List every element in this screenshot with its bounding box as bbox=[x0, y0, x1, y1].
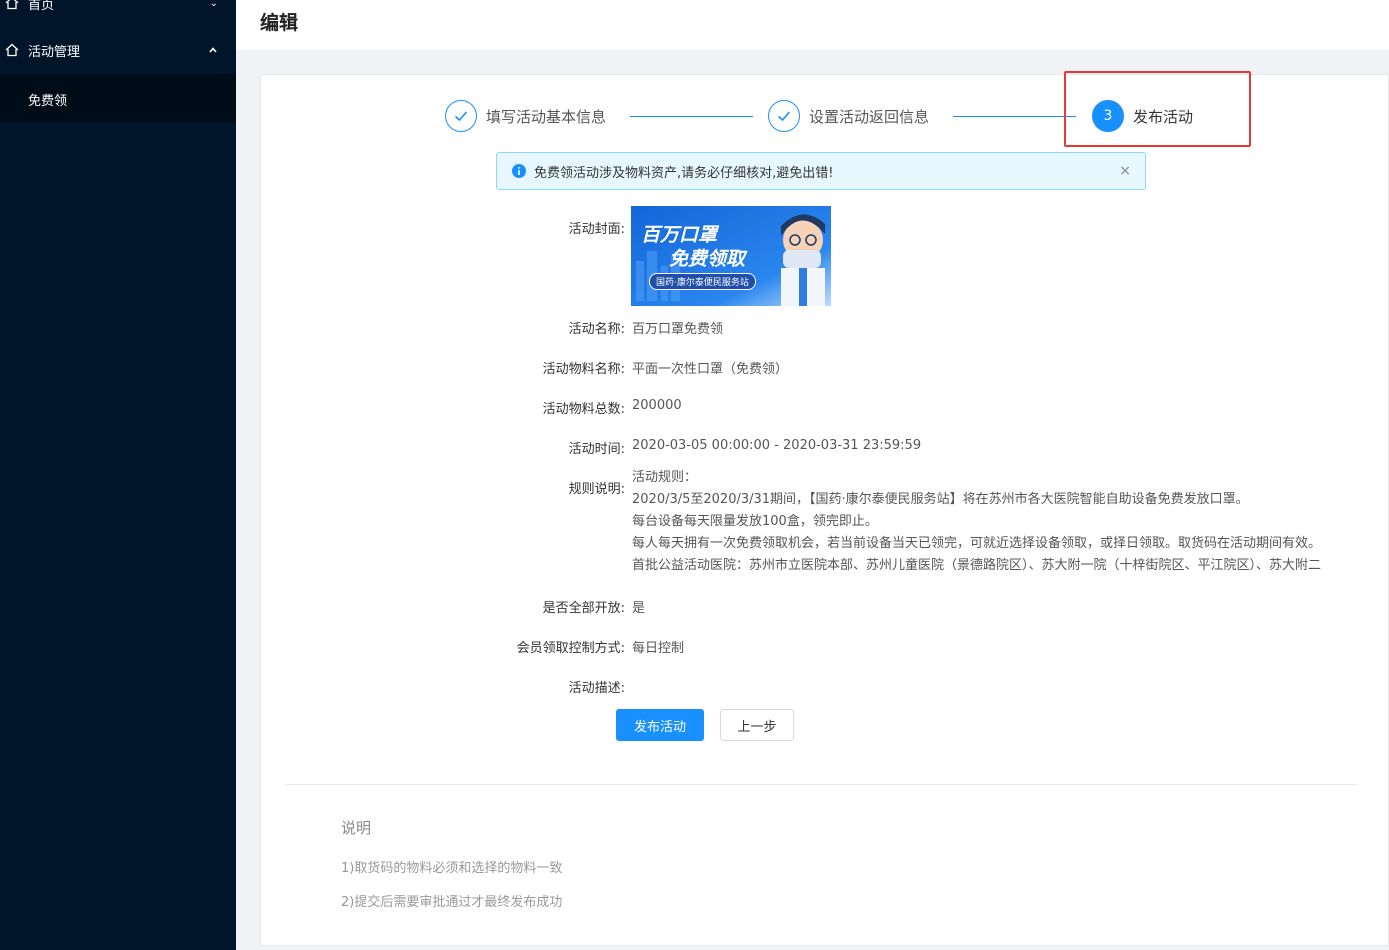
home-icon bbox=[5, 43, 19, 57]
publish-button[interactable]: 发布活动 bbox=[616, 709, 704, 741]
name-value: 百万口罩免费领 bbox=[632, 322, 724, 337]
info-icon bbox=[512, 164, 526, 178]
control-value: 每日控制 bbox=[632, 641, 685, 656]
rules-line: 2020/3/5至2020/3/31期间，【国药·康尔泰便民服务站】将在苏州市各… bbox=[632, 492, 1249, 507]
total-value: 200000 bbox=[632, 398, 682, 413]
rules-line: 每台设备每天限量发放100盒，领完即止。 bbox=[632, 514, 878, 529]
prev-step-button[interactable]: 上一步 bbox=[720, 709, 794, 741]
highlight-annotation bbox=[1064, 71, 1251, 147]
note-line: 2)提交后需要审批通过才最终发布成功 bbox=[341, 895, 563, 910]
sidebar-item-home[interactable]: 首页 ⌄ bbox=[0, 0, 236, 13]
sidebar-item-label: 首页 bbox=[28, 0, 55, 13]
cover-image: 百万口罩 免费领取 国药·康尔泰便民服务站 bbox=[631, 206, 831, 306]
step-done-circle bbox=[768, 100, 800, 132]
chevron-down-icon: ⌄ bbox=[209, 0, 218, 9]
control-label: 会员领取控制方式: bbox=[516, 641, 625, 656]
sidebar-item-activity[interactable]: 活动管理 bbox=[0, 40, 236, 60]
rules-line: 活动规则： bbox=[632, 470, 698, 485]
submenu: 免费领 bbox=[0, 74, 236, 122]
time-label: 活动时间: bbox=[568, 442, 625, 457]
sidebar: 首页 ⌄ 活动管理 免费领 bbox=[0, 0, 236, 950]
rules-label: 规则说明: bbox=[568, 482, 625, 497]
rules-line: 首批公益活动医院：苏州市立医院本部、苏州儿童医院（景德路院区）、苏大附一院（十梓… bbox=[632, 558, 1322, 573]
time-value: 2020-03-05 00:00:00 - 2020-03-31 23:59:5… bbox=[632, 438, 922, 453]
home-icon bbox=[5, 0, 19, 10]
check-icon bbox=[777, 111, 791, 122]
rules-text: 活动规则： 2020/3/5至2020/3/31期间，【国药·康尔泰便民服务站】… bbox=[632, 467, 1321, 577]
name-label: 活动名称: bbox=[568, 322, 625, 337]
step-done-circle bbox=[445, 100, 477, 132]
chevron-up-icon bbox=[209, 47, 217, 53]
info-alert: 免费领活动涉及物料资产,请务必仔细核对,避免出错! × bbox=[496, 152, 1146, 190]
step-connector bbox=[953, 116, 1076, 117]
close-icon[interactable]: × bbox=[1119, 163, 1131, 179]
page-header: 编辑 bbox=[236, 0, 1389, 50]
step-label: 填写活动基本信息 bbox=[486, 107, 607, 126]
open-label: 是否全部开放: bbox=[542, 601, 625, 616]
cover-title-line2: 免费领取 bbox=[669, 248, 746, 270]
divider bbox=[285, 784, 1357, 785]
check-icon bbox=[454, 111, 468, 122]
sidebar-item-label: 活动管理 bbox=[28, 44, 81, 60]
alert-text: 免费领活动涉及物料资产,请务必仔细核对,避免出错! bbox=[534, 165, 834, 181]
cover-badge: 国药·康尔泰便民服务站 bbox=[649, 273, 756, 290]
cover-label: 活动封面: bbox=[568, 222, 625, 237]
page-title: 编辑 bbox=[260, 12, 299, 34]
step-label: 设置活动返回信息 bbox=[809, 107, 930, 126]
total-label: 活动物料总数: bbox=[542, 402, 625, 417]
step-1: 填写活动基本信息 bbox=[445, 98, 606, 134]
step-2: 设置活动返回信息 bbox=[768, 98, 929, 134]
material-value: 平面一次性口罩（免费领） bbox=[632, 362, 789, 377]
open-value: 是 bbox=[632, 601, 646, 616]
cover-title-line1: 百万口罩 bbox=[641, 224, 718, 246]
sidebar-item-free-claim[interactable]: 免费领 bbox=[28, 90, 67, 109]
notes-title: 说明 bbox=[341, 819, 372, 837]
description-label: 活动描述: bbox=[568, 681, 625, 696]
rules-line: 每人每天拥有一次免费领取机会，若当前设备当天已领完，可就近选择设备领取，或择日领… bbox=[632, 536, 1322, 551]
step-connector bbox=[630, 116, 753, 117]
note-line: 1)取货码的物料必须和选择的物料一致 bbox=[341, 861, 563, 876]
material-label: 活动物料名称: bbox=[542, 362, 625, 377]
